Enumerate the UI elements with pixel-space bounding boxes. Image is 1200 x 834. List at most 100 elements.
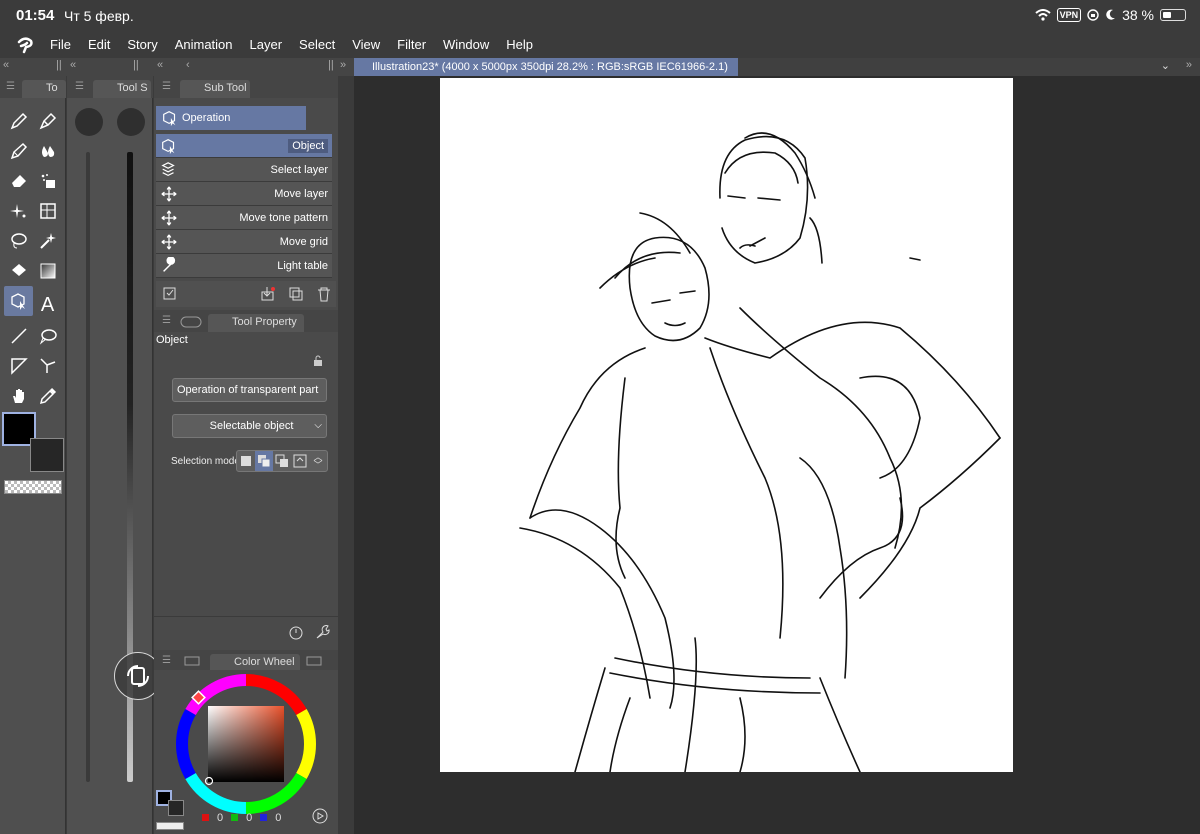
selection-mode-add[interactable] bbox=[255, 451, 273, 471]
collapse-right-icon-2[interactable]: » bbox=[1186, 59, 1192, 71]
color-wheel[interactable] bbox=[174, 672, 318, 816]
object-tool[interactable] bbox=[4, 286, 33, 316]
frame-tool[interactable] bbox=[33, 196, 62, 226]
magic-wand-tool[interactable] bbox=[33, 226, 62, 256]
selectable-object-select[interactable]: Selectable object ⌵ bbox=[172, 414, 327, 438]
menu-help[interactable]: Help bbox=[506, 32, 533, 58]
pen-tool[interactable] bbox=[4, 106, 33, 136]
selection-mode-subtract[interactable] bbox=[273, 451, 291, 471]
ruler-tool[interactable] bbox=[4, 351, 33, 381]
hand-tool[interactable] bbox=[4, 381, 33, 411]
panel-divider-icon-2[interactable]: || bbox=[133, 59, 139, 71]
subtool-object-label: Object bbox=[288, 139, 328, 153]
menu-window[interactable]: Window bbox=[443, 32, 489, 58]
tab-sub-tool[interactable]: Sub Tool bbox=[180, 80, 250, 98]
panel-menu-icon-3[interactable]: ☰ bbox=[162, 81, 171, 92]
wrench-icon[interactable] bbox=[314, 624, 330, 645]
clock: 01:54 bbox=[16, 7, 55, 24]
subtool-group-operation[interactable]: Operation bbox=[156, 106, 306, 130]
background-color-swatch[interactable] bbox=[30, 438, 64, 472]
brush-tool[interactable] bbox=[4, 136, 33, 166]
brush-size-preview-2[interactable] bbox=[117, 108, 145, 136]
trash-icon[interactable] bbox=[316, 286, 332, 307]
eyedropper-tool[interactable] bbox=[33, 381, 62, 411]
selectable-object-value: Selectable object bbox=[209, 420, 294, 432]
panel-menu-icon-5[interactable]: ☰ bbox=[162, 655, 171, 666]
subtool-settings-icon[interactable] bbox=[162, 286, 178, 307]
selection-mode-toggle[interactable] bbox=[291, 451, 309, 471]
subtool-light-table[interactable]: Light table bbox=[156, 254, 332, 278]
selection-mode-new[interactable] bbox=[237, 451, 255, 471]
sub-tool-panel-header: ☰ Sub Tool bbox=[154, 76, 338, 98]
chevron-left-icon[interactable]: ‹ bbox=[186, 59, 190, 71]
canvas-area[interactable] bbox=[354, 76, 1200, 834]
date: Чт 5 февр. bbox=[64, 8, 134, 24]
selection-mode-stepper[interactable]: ︿ ﹀ bbox=[309, 451, 327, 471]
paint-bucket-tool[interactable] bbox=[4, 256, 33, 286]
subtool-object[interactable]: Object bbox=[156, 134, 332, 158]
tool-panel-header: ☰ To bbox=[0, 76, 66, 98]
subtool-move-layer[interactable]: Move layer bbox=[156, 182, 332, 206]
document-tab[interactable]: Illustration23* (4000 x 5000px 350dpi 28… bbox=[354, 58, 738, 76]
collapse-left-icon[interactable]: « bbox=[3, 59, 9, 71]
tab-tool-property[interactable]: Tool Property bbox=[208, 314, 304, 332]
menu-select[interactable]: Select bbox=[299, 32, 335, 58]
panel-divider-icon-3[interactable]: || bbox=[328, 59, 334, 71]
eraser-tool[interactable] bbox=[4, 166, 33, 196]
menu-view[interactable]: View bbox=[352, 32, 380, 58]
app-logo-icon[interactable] bbox=[0, 32, 50, 58]
blend-tool[interactable] bbox=[33, 136, 62, 166]
brush-size-preview-1[interactable] bbox=[75, 108, 103, 136]
panel-divider-icon[interactable]: || bbox=[56, 59, 62, 71]
fill-bucket-tool[interactable] bbox=[33, 166, 62, 196]
panel-menu-icon-2[interactable]: ☰ bbox=[75, 81, 84, 92]
duplicate-icon[interactable] bbox=[288, 286, 304, 307]
color-slider-icon[interactable] bbox=[306, 656, 322, 669]
text-tool[interactable]: A bbox=[33, 291, 62, 321]
menu-story[interactable]: Story bbox=[127, 32, 157, 58]
correct-line-tool[interactable] bbox=[33, 351, 62, 381]
sparkle-tool[interactable] bbox=[4, 196, 33, 226]
tab-tool[interactable]: To bbox=[22, 80, 66, 98]
collapse-right-icon[interactable]: » bbox=[340, 59, 346, 71]
lasso-tool[interactable] bbox=[4, 226, 33, 256]
panel-menu-icon-4[interactable]: ☰ bbox=[162, 315, 171, 326]
lock-icon[interactable] bbox=[312, 354, 324, 372]
brush-size-slider[interactable] bbox=[86, 152, 90, 782]
menu-layer[interactable]: Layer bbox=[250, 32, 283, 58]
collapse-left-icon-3[interactable]: « bbox=[157, 59, 163, 71]
reset-icon[interactable] bbox=[288, 624, 304, 645]
pencil-tool[interactable] bbox=[33, 106, 62, 136]
subtool-move-grid[interactable]: Move grid bbox=[156, 230, 332, 254]
collapse-left-icon-2[interactable]: « bbox=[70, 59, 76, 71]
transparent-color-swatch[interactable] bbox=[4, 480, 62, 494]
menu-animation[interactable]: Animation bbox=[175, 32, 233, 58]
document-tabbar: ⌄ » bbox=[738, 58, 1200, 76]
gradient-tool[interactable] bbox=[33, 256, 62, 286]
operation-icon bbox=[163, 111, 176, 127]
color-transparent-swatch[interactable] bbox=[156, 822, 184, 830]
light-table-icon bbox=[163, 257, 176, 272]
tab-tool-size[interactable]: Tool S bbox=[93, 80, 151, 98]
subtool-move-tone-pattern[interactable]: Move tone pattern bbox=[156, 206, 332, 230]
line-tool[interactable] bbox=[4, 321, 33, 351]
canvas-paper[interactable] bbox=[440, 78, 1013, 773]
subtool-select-layer[interactable]: Select layer bbox=[156, 158, 332, 182]
menu-file[interactable]: File bbox=[50, 32, 71, 58]
color-set-icon[interactable] bbox=[184, 656, 200, 669]
import-icon[interactable] bbox=[260, 286, 276, 307]
chevron-down-icon[interactable]: ⌄ bbox=[1161, 59, 1170, 72]
tool-preset-icon[interactable] bbox=[180, 316, 202, 331]
speech-balloon-tool[interactable] bbox=[33, 321, 62, 351]
panel-menu-icon[interactable]: ☰ bbox=[6, 81, 15, 92]
selection-mode-label: Selection mode bbox=[171, 456, 240, 467]
color-sub-swatch[interactable] bbox=[168, 800, 184, 816]
status-bar: 01:54 Чт 5 февр. VPN 38 % bbox=[0, 0, 1200, 32]
rotate-screen-icon bbox=[127, 665, 149, 687]
sub-tool-panel: ☰ Sub Tool Operation Object Select layer… bbox=[154, 76, 338, 834]
menu-edit[interactable]: Edit bbox=[88, 32, 110, 58]
moon-icon bbox=[1106, 9, 1116, 20]
transparent-part-select[interactable]: Operation of transparent part bbox=[172, 378, 327, 402]
menu-filter[interactable]: Filter bbox=[397, 32, 426, 58]
play-icon[interactable] bbox=[312, 808, 328, 829]
